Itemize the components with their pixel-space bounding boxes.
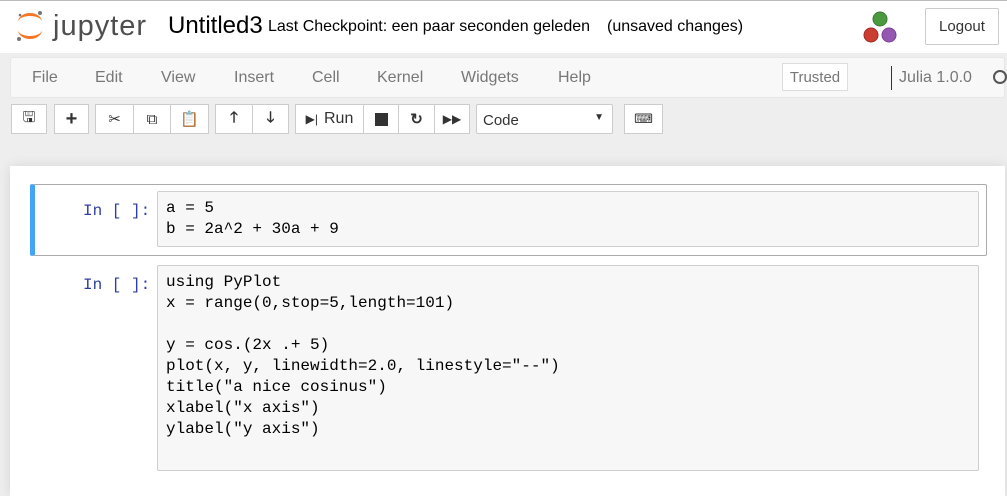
cut-button[interactable]: ✂: [95, 104, 134, 134]
cell-prompt: In [ ]:: [83, 276, 151, 294]
menu-view[interactable]: View: [161, 69, 195, 87]
interrupt-button[interactable]: [363, 104, 399, 134]
stop-icon: [374, 112, 388, 126]
cell-type-value: Code: [483, 112, 519, 129]
checkpoint-status: Last Checkpoint: een paar seconden geled…: [268, 18, 591, 35]
menu-edit[interactable]: Edit: [95, 69, 123, 87]
restart-button[interactable]: ↻: [398, 104, 435, 134]
trusted-indicator[interactable]: Trusted: [782, 63, 848, 91]
paste-icon: 📋: [180, 111, 199, 128]
caret-down-icon: ▼: [594, 112, 604, 123]
keyboard-icon: ⌨: [634, 111, 653, 126]
refresh-icon: ↻: [410, 111, 423, 128]
run-label: Run: [324, 110, 354, 127]
move-down-button[interactable]: 🡓: [252, 104, 289, 134]
step-forward-icon: ▶|: [305, 112, 318, 126]
notebook-container: In [ ]: a = 5 b = 2a^2 + 30a + 9 In [ ]:…: [10, 166, 1005, 496]
command-palette-button[interactable]: ⌨: [624, 104, 663, 134]
menu-widgets[interactable]: Widgets: [461, 69, 519, 87]
insert-cell-button[interactable]: +: [54, 104, 89, 134]
save-button[interactable]: 🖫: [11, 104, 47, 134]
julia-logo-icon: [863, 11, 897, 43]
menu-insert[interactable]: Insert: [234, 69, 274, 87]
header: jupyter Untitled3 Last Checkpoint: een p…: [0, 1, 1007, 53]
paste-button[interactable]: 📋: [170, 104, 209, 134]
arrow-up-icon: 🡑: [230, 108, 238, 126]
scissors-icon: ✂: [108, 111, 121, 128]
menu-help[interactable]: Help: [558, 69, 591, 87]
cell-type-select[interactable]: Code ▼: [476, 104, 613, 134]
copy-button[interactable]: ⧉: [133, 104, 171, 134]
save-icon: 🖫: [22, 108, 36, 126]
logout-button[interactable]: Logout: [925, 8, 999, 45]
menu-kernel[interactable]: Kernel: [377, 69, 423, 87]
code-input[interactable]: using PyPlot x = range(0,stop=5,length=1…: [157, 265, 979, 471]
logo-text: jupyter: [53, 9, 148, 42]
jupyter-logo-icon: [17, 11, 42, 41]
move-up-button[interactable]: 🡑: [215, 104, 253, 134]
menubar: File Edit View Insert Cell Kernel Widget…: [10, 57, 1007, 98]
fast-forward-icon: ▶▶: [442, 112, 462, 126]
kernel-name: Julia 1.0.0: [899, 69, 972, 86]
arrow-down-icon: 🡓: [266, 108, 275, 126]
divider: [891, 66, 892, 90]
notebook-name[interactable]: Untitled3: [168, 12, 263, 40]
kernel-idle-icon: [993, 70, 1007, 84]
jupyter-logo[interactable]: jupyter: [15, 9, 147, 43]
menu-file[interactable]: File: [32, 69, 58, 87]
copy-icon: ⧉: [146, 110, 158, 128]
menu-cell[interactable]: Cell: [312, 69, 340, 87]
run-button[interactable]: ▶| Run: [295, 104, 364, 134]
restart-run-all-button[interactable]: ▶▶: [434, 104, 470, 134]
plus-icon: +: [65, 107, 78, 130]
cell-prompt: In [ ]:: [83, 202, 151, 220]
code-input[interactable]: a = 5 b = 2a^2 + 30a + 9: [157, 191, 979, 247]
unsaved-status: (unsaved changes): [607, 18, 744, 35]
